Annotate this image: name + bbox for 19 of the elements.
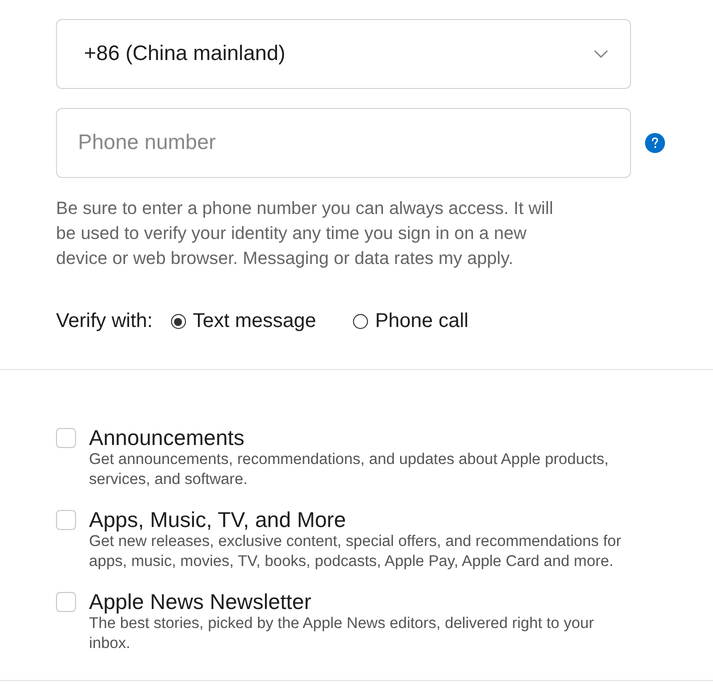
verify-label: Verify with: [56,310,153,333]
subscription-title: Announcements [89,426,246,450]
radio-button[interactable] [170,314,186,329]
subscription-title: Apps, Music, TV, and More [89,508,347,532]
subscription-description: Get new releases, exclusive content, special offers, and recommendations for apps, music, movies, TV, books, podcasts, Apple Pay, Apple Card and more. [89,532,622,572]
subscription-description: The best stories, picked by the Apple News editors, delivered right to your inbox. [89,614,595,654]
phone-number-field[interactable]: Phone number [56,108,631,178]
radio-button[interactable] [353,314,368,329]
checkbox[interactable] [56,428,76,448]
help-icon[interactable] [645,133,665,153]
chevron-down-icon [594,50,608,58]
subscription-title: Apple News Newsletter [89,590,312,614]
checkbox[interactable] [56,592,76,612]
subscription-description: Get announcements, recommendations, and updates about Apple products, services, and software. [89,450,610,490]
checkbox[interactable] [56,510,76,530]
radio-label[interactable]: Text message [192,310,316,333]
radio-label[interactable]: Phone call [375,310,468,333]
country-select[interactable]: +86 (China mainland) [56,19,631,89]
help-text: Be sure to enter a phone number you can always access. It will be used to verify your identity any time you sign in on a new device or web browser. Messaging or data rates my apply. [56,197,554,270]
